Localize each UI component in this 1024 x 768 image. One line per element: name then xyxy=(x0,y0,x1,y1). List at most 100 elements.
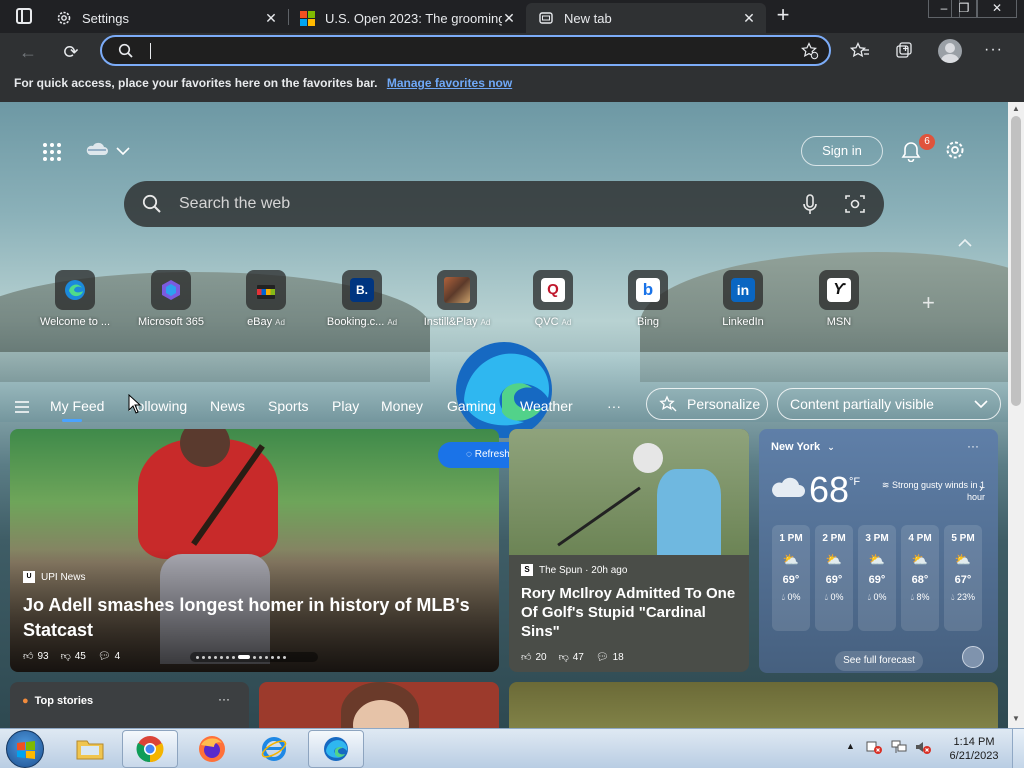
web-search-box[interactable]: Search the web xyxy=(124,181,884,227)
story-title[interactable]: Rory McIlroy Admitted To One Of Golf's S… xyxy=(521,584,741,641)
game-icon xyxy=(437,270,477,310)
scroll-up-arrow-icon[interactable]: ▲ xyxy=(1012,104,1020,113)
hour-temp: 67° xyxy=(954,574,972,586)
story-title[interactable]: Jo Adell smashes longest homer in histor… xyxy=(23,593,493,643)
feed-tab-my-feed[interactable]: My Feed xyxy=(50,398,104,414)
scrollbar-thumb[interactable] xyxy=(1011,116,1021,406)
edge-icon xyxy=(324,737,348,761)
content-visibility-dropdown[interactable]: Content partially visible xyxy=(777,388,1001,420)
network-icon[interactable] xyxy=(890,739,908,755)
close-icon[interactable]: ✕ xyxy=(264,10,278,27)
comment-count: 4 xyxy=(114,650,121,662)
quick-link-msn[interactable]: Ƴ MSN xyxy=(794,270,884,328)
tab-settings[interactable]: Settings ✕ xyxy=(44,3,288,33)
weather-card[interactable]: New York ⌄ ··· 68 °F ≋ Strong gusty wind… xyxy=(759,429,998,673)
story-card-portrait[interactable] xyxy=(259,682,499,728)
taskbar-edge[interactable] xyxy=(308,730,364,768)
tab-us-open[interactable]: U.S. Open 2023: The grooming n ✕ xyxy=(288,3,526,33)
start-button[interactable] xyxy=(6,730,44,768)
current-temperature: 68 xyxy=(809,469,850,510)
taskbar-internet-explorer[interactable] xyxy=(246,730,302,768)
settings-gear-icon[interactable] xyxy=(944,139,966,161)
taskbar-chrome[interactable] xyxy=(122,730,178,768)
show-desktop-button[interactable] xyxy=(1012,729,1024,768)
quick-link-linkedin[interactable]: in LinkedIn xyxy=(698,270,788,328)
chevron-down-icon[interactable] xyxy=(116,146,130,156)
quick-link-instill-play[interactable]: Instill&Play Ad xyxy=(412,270,502,328)
close-icon[interactable]: ✕ xyxy=(502,10,516,27)
refresh-button[interactable]: ⟳ xyxy=(58,39,84,65)
quick-link-booking[interactable]: B. Booking.c... Ad xyxy=(317,270,407,328)
feed-tab-weather[interactable]: Weather xyxy=(520,398,573,414)
visual-search-icon[interactable] xyxy=(845,194,865,214)
system-clock[interactable]: 1:14 PM 6/21/2023 xyxy=(944,735,1004,763)
quick-link-ebay[interactable]: eBay Ad xyxy=(221,270,311,328)
tab-actions-icon[interactable] xyxy=(16,8,32,24)
feed-tab-play[interactable]: Play xyxy=(332,398,359,414)
like-icon[interactable]: 👍︎ xyxy=(521,651,531,663)
weather-cloud-icon[interactable] xyxy=(84,140,110,160)
feed-tab-money[interactable]: Money xyxy=(381,398,423,414)
weather-alert[interactable]: ≋ Strong gusty winds in 1 hour xyxy=(877,479,985,503)
weather-location[interactable]: New York ⌄ xyxy=(771,441,835,453)
favorites-icon[interactable] xyxy=(850,42,870,60)
taskbar-firefox[interactable] xyxy=(184,730,240,768)
top-stories-header: ● Top stories xyxy=(22,695,93,707)
add-favorite-icon[interactable] xyxy=(801,42,819,60)
dislike-icon[interactable]: 👎︎ xyxy=(61,650,71,662)
feed-more-button[interactable]: ··· xyxy=(607,398,621,414)
story-reactions: 👍︎ 93 👎︎ 45 💬︎ 4 xyxy=(23,650,121,663)
page-scrollbar[interactable]: ▲ ▼ xyxy=(1008,102,1024,728)
like-icon[interactable]: 👍︎ xyxy=(23,650,33,662)
quick-link-bing[interactable]: b Bing xyxy=(603,270,693,328)
feed-tab-news[interactable]: News xyxy=(210,398,245,414)
dislike-icon[interactable]: 👎︎ xyxy=(559,651,569,663)
address-bar[interactable] xyxy=(100,35,831,66)
weather-feedback-avatar[interactable] xyxy=(962,646,984,668)
more-menu-icon[interactable]: ··· xyxy=(984,41,1003,59)
back-button[interactable]: ← xyxy=(15,39,41,65)
hour-precip: 💧︎ 0% xyxy=(781,592,801,602)
main-story-card[interactable]: U UPI News Jo Adell smashes longest home… xyxy=(10,429,499,672)
gear-icon xyxy=(57,11,71,25)
add-quick-link-icon[interactable]: + xyxy=(922,290,935,316)
quick-link-welcome[interactable]: Welcome to ... xyxy=(30,270,120,328)
hamburger-menu-icon[interactable] xyxy=(14,400,30,414)
manage-favorites-link[interactable]: Manage favorites now xyxy=(387,76,512,90)
collections-icon[interactable] xyxy=(894,41,914,61)
see-full-forecast-button[interactable]: See full forecast xyxy=(835,651,923,671)
story-card-landscape[interactable] xyxy=(509,682,998,728)
window-close-button[interactable]: ✕ xyxy=(977,0,1017,18)
chevron-down-icon: ⌄ xyxy=(827,442,835,452)
personalize-button[interactable]: Personalize xyxy=(646,388,768,420)
personalize-label: Personalize xyxy=(687,396,761,412)
show-hidden-icons-chevron[interactable]: ▲ xyxy=(846,741,855,751)
clock-date: 6/21/2023 xyxy=(949,750,999,762)
dislike-count: 47 xyxy=(572,651,584,663)
profile-avatar[interactable] xyxy=(938,39,962,63)
quick-link-qvc[interactable]: Q QVC Ad xyxy=(508,270,598,328)
new-tab-plus-icon[interactable]: + xyxy=(772,4,794,27)
close-icon[interactable]: ✕ xyxy=(742,10,756,27)
feed-tab-sports[interactable]: Sports xyxy=(268,398,308,414)
network-warning-icon[interactable] xyxy=(866,739,882,755)
sign-in-button[interactable]: Sign in xyxy=(801,136,883,166)
carousel-dots[interactable] xyxy=(190,652,318,662)
restore-button[interactable]: ❐ xyxy=(951,0,977,18)
comment-icon[interactable]: 💬︎ xyxy=(98,651,111,662)
scroll-down-arrow-icon[interactable]: ▼ xyxy=(1012,714,1020,723)
top-stories-card[interactable]: ● Top stories ··· xyxy=(10,682,249,728)
weather-more-icon[interactable]: ··· xyxy=(967,439,979,453)
top-stories-more-icon[interactable]: ··· xyxy=(218,692,230,706)
apps-grid-icon[interactable] xyxy=(42,142,62,162)
taskbar-file-explorer[interactable] xyxy=(62,730,118,768)
second-story-card[interactable]: S The Spun · 20h ago Rory McIlroy Admitt… xyxy=(509,429,749,672)
comment-icon[interactable]: 💬︎ xyxy=(596,652,609,663)
collapse-chevron-up-icon[interactable] xyxy=(958,238,972,248)
microphone-icon[interactable] xyxy=(802,194,818,216)
volume-muted-icon[interactable] xyxy=(914,739,932,755)
tab-new-tab[interactable]: New tab ✕ xyxy=(526,3,766,33)
feed-tab-gaming[interactable]: Gaming xyxy=(447,398,496,414)
chevron-right-icon[interactable]: › xyxy=(979,481,983,495)
quick-link-microsoft-365[interactable]: Microsoft 365 xyxy=(126,270,216,328)
